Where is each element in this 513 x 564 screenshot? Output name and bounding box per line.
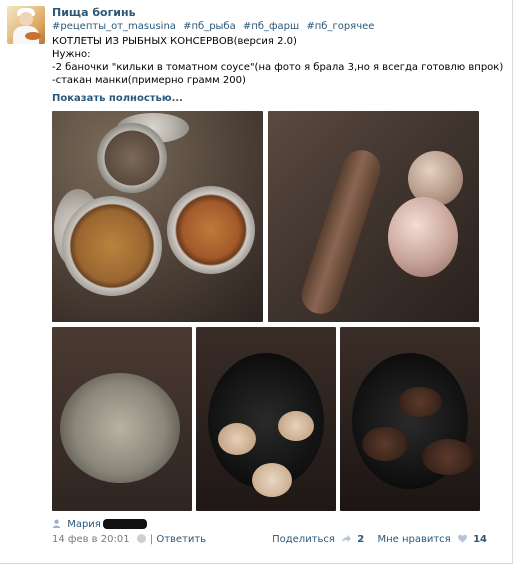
patty <box>252 463 292 497</box>
user-icon <box>52 519 61 528</box>
fried-patty <box>422 439 474 475</box>
post-actions: Поделиться 2 Мне нравится 14 <box>272 534 497 545</box>
frying-pan <box>352 353 474 489</box>
share-button[interactable]: Поделиться 2 <box>272 534 377 545</box>
open-can <box>97 123 167 193</box>
photo-frying[interactable] <box>196 327 336 511</box>
photo-fried[interactable] <box>340 327 480 511</box>
share-count: 2 <box>357 534 365 545</box>
post-line: КОТЛЕТЫ ИЗ РЫБНЫХ КОНСЕРВОВ(версия 2.0) <box>52 36 297 47</box>
tag-link[interactable]: #рецепты_от_masusina <box>52 21 176 32</box>
photo-vegetables[interactable] <box>268 111 479 322</box>
post-line: -2 баночки "кильки в томатном соусе"(на … <box>52 62 504 73</box>
post-text: КОТЛЕТЫ ИЗ РЫБНЫХ КОНСЕРВОВ(версия 2.0) … <box>52 35 503 87</box>
post-author[interactable]: Пища богинь <box>52 6 136 19</box>
post-line: Нужно: <box>52 49 91 60</box>
fried-patty <box>398 387 442 417</box>
info-icon <box>136 534 146 543</box>
open-can <box>62 196 162 296</box>
post-date[interactable]: 14 фев в 20:01 <box>52 534 130 545</box>
patty <box>278 411 314 441</box>
show-more-link[interactable]: Показать полностью... <box>52 93 183 104</box>
photo-mixture[interactable] <box>52 327 192 511</box>
mixing-bowl <box>60 373 180 483</box>
open-can <box>167 186 255 274</box>
avatar-face <box>19 12 33 26</box>
reply-link[interactable]: Ответить <box>156 534 206 545</box>
like-label: Мне нравится <box>377 534 451 545</box>
share-icon <box>342 534 352 543</box>
signer-name[interactable]: Мария <box>67 519 101 530</box>
fried-patty <box>362 427 408 461</box>
community-avatar[interactable] <box>7 6 45 44</box>
frying-pan <box>208 353 324 497</box>
post-meta: 14 фев в 20:01 | Ответить <box>52 534 207 545</box>
patty <box>218 423 256 455</box>
like-button[interactable]: Мне нравится 14 <box>377 534 497 545</box>
tag-link[interactable]: #пб_фарш <box>243 21 299 32</box>
photo-cans[interactable] <box>52 111 263 322</box>
post-line: -стакан манки(примерно грамм 200) <box>52 75 246 86</box>
post-tags: #рецепты_от_masusina #пб_рыба #пб_фарш #… <box>52 21 378 32</box>
avatar-dish <box>25 32 41 40</box>
tag-link[interactable]: #пб_рыба <box>183 21 236 32</box>
post-signer[interactable]: Мария <box>52 519 147 530</box>
onion <box>388 197 458 277</box>
like-count: 14 <box>473 534 487 545</box>
redacted-surname <box>102 519 147 529</box>
carrot <box>296 145 386 319</box>
share-label: Поделиться <box>272 534 335 545</box>
heart-icon <box>457 534 467 543</box>
tag-link[interactable]: #пб_горячее <box>306 21 374 32</box>
